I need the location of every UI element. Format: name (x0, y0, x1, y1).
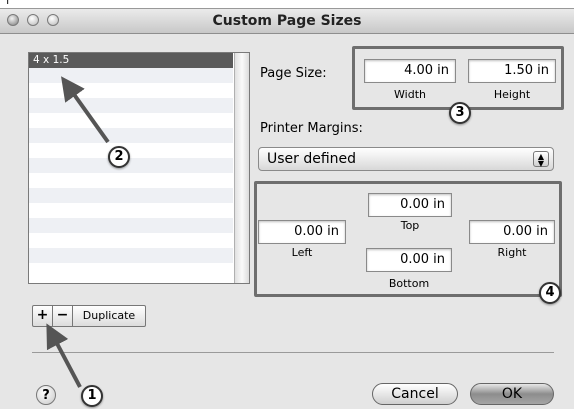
list-edit-controls: + − Duplicate (32, 305, 146, 327)
bottom-margin-field[interactable]: 0.00 in (366, 248, 452, 272)
popup-arrows-icon: ▲ ▼ (533, 151, 549, 168)
empty-list-row (29, 68, 233, 83)
empty-list-row (29, 173, 233, 188)
empty-list-row (29, 128, 233, 143)
width-caption: Width (394, 88, 426, 101)
empty-list-row (29, 248, 233, 263)
callout-badge-4: 4 (539, 282, 561, 304)
right-margin-field[interactable]: 0.00 in (469, 220, 555, 244)
callout-badge-3: 3 (449, 102, 471, 124)
page-height-field[interactable]: 1.50 in (468, 59, 556, 83)
page-width-field[interactable]: 4.00 in (364, 59, 456, 83)
empty-list-row (29, 263, 233, 278)
window-title: Custom Page Sizes (212, 13, 362, 29)
separator-line (32, 352, 554, 353)
empty-list-row (29, 218, 233, 233)
help-button[interactable]: ? (36, 385, 56, 405)
empty-list-row (29, 83, 233, 98)
add-size-button[interactable]: + (33, 306, 53, 326)
ok-button[interactable]: OK (470, 383, 554, 405)
printer-margins-popup[interactable]: User defined ▲ ▼ (258, 147, 554, 171)
page-size-list[interactable]: 4 x 1.5 (28, 52, 250, 284)
bottom-caption: Bottom (388, 277, 430, 290)
list-scrollbar[interactable] (234, 53, 249, 283)
duplicate-button[interactable]: Duplicate (73, 306, 145, 326)
empty-list-row (29, 113, 233, 128)
height-caption: Height (493, 88, 531, 101)
top-margin-field[interactable]: 0.00 in (368, 193, 452, 217)
callout-badge-2: 2 (108, 146, 130, 168)
top-edge-strip: Γ (0, 0, 574, 8)
cancel-button[interactable]: Cancel (372, 383, 458, 405)
empty-list-row (29, 158, 233, 173)
top-caption: Top (400, 219, 420, 232)
page-size-label: Page Size: (260, 66, 327, 81)
empty-list-row (29, 203, 233, 218)
title-bar[interactable]: Custom Page Sizes (0, 9, 574, 34)
popup-selected-value: User defined (267, 151, 357, 167)
edge-glyph: Γ (6, 0, 13, 7)
empty-list-row (29, 98, 233, 113)
empty-list-row (29, 233, 233, 248)
printer-margins-label: Printer Margins: (260, 121, 363, 136)
callout-badge-1: 1 (81, 385, 103, 407)
empty-list-row (29, 188, 233, 203)
left-margin-field[interactable]: 0.00 in (258, 220, 346, 244)
left-caption: Left (291, 246, 313, 259)
list-item[interactable]: 4 x 1.5 (29, 53, 233, 68)
right-caption: Right (497, 246, 527, 259)
empty-list-row (29, 143, 233, 158)
remove-size-button[interactable]: − (53, 306, 73, 326)
